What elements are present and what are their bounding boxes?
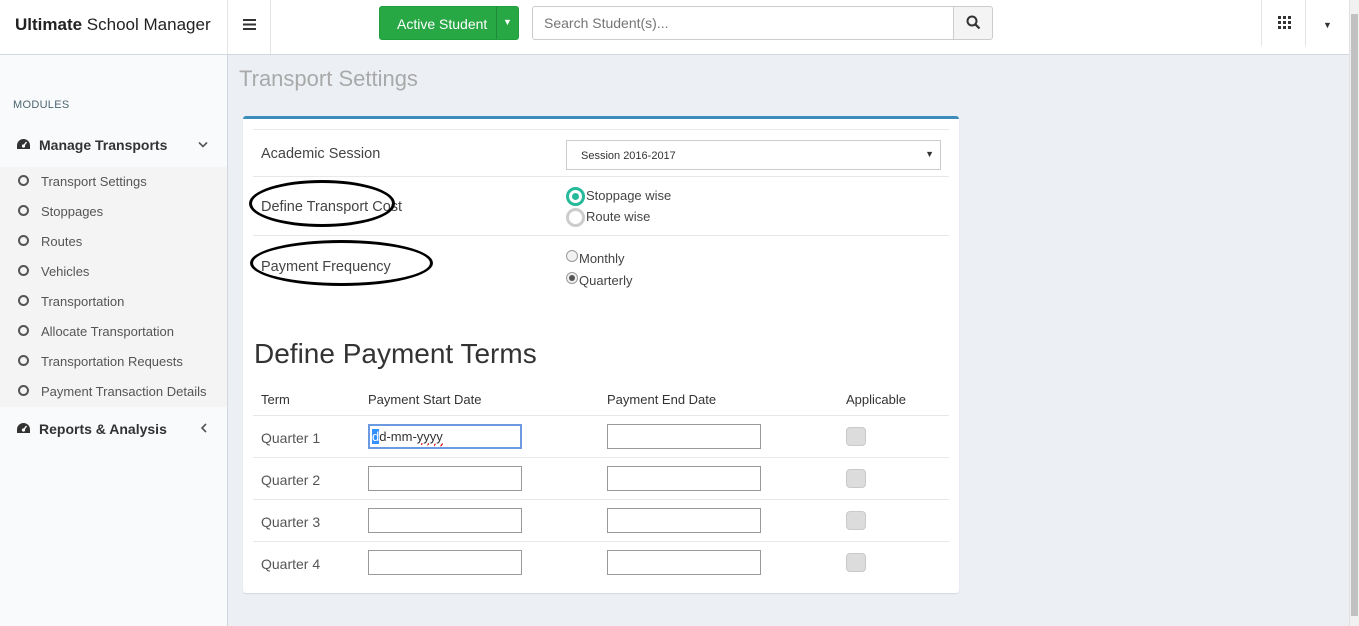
- sidebar-item-label: Allocate Transportation: [41, 324, 174, 339]
- sidebar-toggle-button[interactable]: [228, 0, 271, 54]
- divider: [253, 176, 949, 177]
- sidebar-item-routes[interactable]: Routes: [0, 227, 227, 257]
- sidebar-item-label: Manage Transports: [39, 137, 168, 153]
- circle-icon: [18, 235, 29, 246]
- academic-session-value: Session 2016-2017: [581, 150, 676, 162]
- sidebar-item-label: Reports & Analysis: [39, 421, 167, 437]
- dashboard-icon: [17, 139, 30, 149]
- sidebar-item-vehicles[interactable]: Vehicles: [0, 257, 227, 287]
- top-navbar: Ultimate School Manager Active Student ▼…: [0, 0, 1349, 55]
- academic-session-label: Academic Session: [261, 146, 381, 162]
- radio-label: Monthly: [579, 251, 625, 266]
- column-header-applicable: Applicable: [846, 392, 906, 407]
- apps-grid-button[interactable]: [1261, 0, 1306, 46]
- select-arrow-icon: ▼: [925, 149, 934, 159]
- page-scrollbar[interactable]: [1349, 0, 1359, 626]
- sidebar-item-manage-transports[interactable]: Manage Transports: [0, 128, 227, 162]
- grid-icon: [1278, 16, 1291, 29]
- manage-transports-submenu: Transport Settings Stoppages Routes Vehi…: [0, 167, 227, 407]
- app-logo[interactable]: Ultimate School Manager: [0, 0, 228, 54]
- start-date-input[interactable]: [368, 466, 522, 491]
- active-student-label: Active Student: [397, 16, 488, 32]
- date-placeholder: d-mm-: [379, 429, 417, 444]
- start-date-input[interactable]: [368, 550, 522, 575]
- end-date-input[interactable]: [607, 466, 761, 491]
- divider: [253, 235, 949, 236]
- active-student-dropdown-toggle[interactable]: ▼: [496, 7, 518, 39]
- sidebar-item-transport-settings[interactable]: Transport Settings: [0, 167, 227, 197]
- annotation-ellipse: [250, 240, 433, 286]
- applicable-checkbox[interactable]: [846, 553, 866, 572]
- sidebar-item-allocate-transportation[interactable]: Allocate Transportation: [0, 317, 227, 347]
- chevron-down-icon: [198, 141, 208, 148]
- user-menu-caret-icon[interactable]: ▼: [1306, 0, 1349, 46]
- payment-terms-title: Define Payment Terms: [254, 338, 537, 369]
- divider: [253, 457, 949, 458]
- term-name: Quarter 2: [261, 472, 321, 488]
- column-header-end-date: Payment End Date: [607, 392, 717, 407]
- end-date-input[interactable]: [607, 550, 761, 575]
- sidebar-item-transportation[interactable]: Transportation: [0, 287, 227, 317]
- circle-icon: [18, 385, 29, 396]
- sidebar-item-payment-transaction-details[interactable]: Payment Transaction Details: [0, 377, 227, 407]
- end-date-input[interactable]: [607, 508, 761, 533]
- scrollbar-thumb[interactable]: [1351, 14, 1358, 616]
- radio-label: Quarterly: [579, 273, 633, 288]
- column-header-start-date: Payment Start Date: [368, 392, 482, 407]
- page-title: Transport Settings: [239, 66, 418, 91]
- dashboard-icon: [17, 423, 30, 433]
- column-header-term: Term: [261, 392, 290, 407]
- academic-session-select[interactable]: Session 2016-2017 ▼: [566, 140, 941, 170]
- divider: [253, 541, 949, 542]
- sidebar-item-label: Routes: [41, 234, 83, 249]
- sidebar-item-stoppages[interactable]: Stoppages: [0, 197, 227, 227]
- applicable-checkbox[interactable]: [846, 511, 866, 530]
- applicable-checkbox[interactable]: [846, 469, 866, 488]
- hamburger-icon: [242, 19, 256, 30]
- sidebar-item-label: Transportation Requests: [41, 354, 183, 369]
- student-search: [532, 6, 993, 40]
- start-date-input[interactable]: dd-mm-yyyy: [368, 424, 522, 449]
- radio-button-checked[interactable]: [566, 272, 578, 284]
- circle-icon: [18, 355, 29, 366]
- sidebar-item-reports-analysis[interactable]: Reports & Analysis: [0, 412, 227, 446]
- sidebar-item-label: Payment Transaction Details: [41, 384, 207, 399]
- radio-label: Stoppage wise: [586, 188, 672, 203]
- sidebar-header: MODULES: [13, 99, 70, 111]
- divider: [253, 499, 949, 500]
- applicable-checkbox[interactable]: [846, 427, 866, 446]
- term-name: Quarter 1: [261, 430, 321, 446]
- circle-icon: [18, 205, 29, 216]
- start-date-input[interactable]: [368, 508, 522, 533]
- radio-button[interactable]: [566, 250, 578, 262]
- brand-bold: Ultimate: [15, 15, 83, 34]
- circle-icon: [18, 265, 29, 276]
- chevron-left-icon: [200, 423, 207, 433]
- sidebar-item-label: Vehicles: [41, 264, 90, 279]
- sidebar-item-transportation-requests[interactable]: Transportation Requests: [0, 347, 227, 377]
- search-icon: [966, 15, 981, 30]
- circle-icon: [18, 175, 29, 186]
- brand-rest: School Manager: [82, 15, 211, 34]
- transport-settings-panel: Academic Session Session 2016-2017 ▼ Def…: [243, 116, 959, 593]
- term-name: Quarter 4: [261, 556, 321, 572]
- radio-label: Route wise: [586, 209, 651, 224]
- annotation-ellipse: [249, 180, 395, 227]
- sidebar-item-label: Stoppages: [41, 204, 104, 219]
- active-student-button[interactable]: Active Student ▼: [379, 6, 519, 40]
- divider: [253, 129, 949, 130]
- search-button[interactable]: [953, 6, 993, 40]
- radio-button[interactable]: [566, 208, 585, 227]
- divider: [253, 415, 949, 416]
- radio-button-checked[interactable]: [566, 187, 585, 206]
- date-placeholder-year: yyyy: [416, 429, 443, 444]
- sidebar-item-label: Transport Settings: [41, 174, 147, 189]
- term-name: Quarter 3: [261, 514, 321, 530]
- circle-icon: [18, 325, 29, 336]
- end-date-input[interactable]: [607, 424, 761, 449]
- sidebar-item-label: Transportation: [41, 294, 125, 309]
- search-input[interactable]: [532, 6, 954, 40]
- sidebar: MODULES Manage Transports Transport Sett…: [0, 55, 228, 626]
- circle-icon: [18, 295, 29, 306]
